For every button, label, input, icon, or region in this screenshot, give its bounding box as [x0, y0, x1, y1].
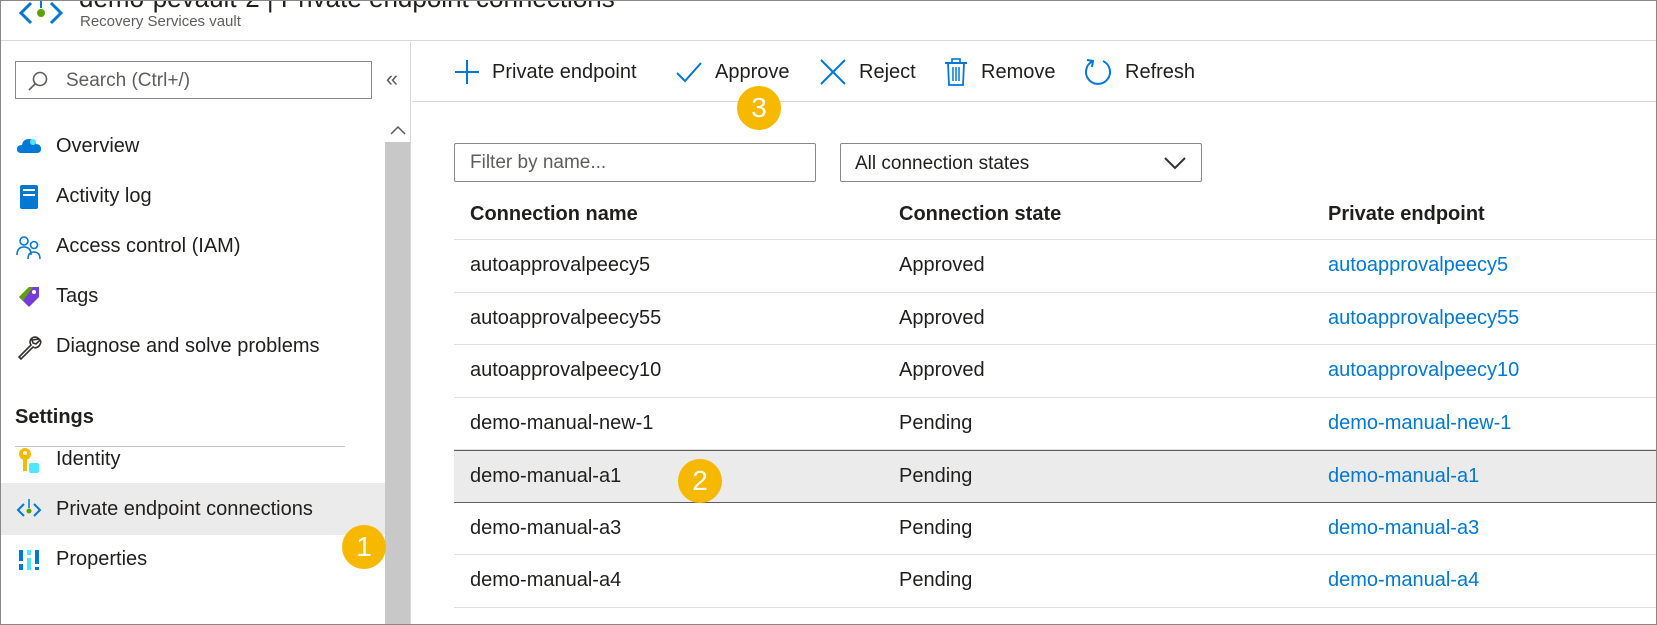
sidebar-item-label: Private endpoint connections	[56, 497, 313, 520]
blade-header: demo-pevault-2 | Private endpoint connec…	[1, 1, 1656, 41]
settings-section-heading: Settings	[15, 406, 94, 428]
close-icon	[820, 59, 846, 85]
callout-badge-3: 3	[737, 86, 781, 130]
filter-by-name-input[interactable]: Filter by name...	[454, 143, 816, 182]
table-row[interactable]: demo-manual-new-1 Pending demo-manual-ne…	[454, 398, 1656, 450]
sidebar-item-label: Access control (IAM)	[56, 234, 241, 257]
sidebar-item-private-endpoint-connections[interactable]: Private endpoint connections	[1, 483, 385, 535]
callout-badge-1: 1	[342, 525, 386, 569]
scroll-up-button[interactable]	[385, 118, 410, 142]
connection-name-cell: demo-manual-a4	[470, 569, 622, 591]
connection-state-cell: Pending	[899, 465, 973, 487]
people-icon	[16, 236, 41, 260]
add-private-endpoint-label: Private endpoint	[492, 60, 637, 83]
table-row[interactable]: autoapprovalpeecy5 Approved autoapproval…	[454, 240, 1656, 293]
wrench-icon	[17, 336, 42, 361]
key-icon	[19, 448, 39, 473]
connection-name-cell: autoapprovalpeecy55	[470, 306, 662, 329]
connection-name-cell: autoapprovalpeecy5	[470, 254, 651, 276]
connection-name-cell: autoapprovalpeecy10	[470, 359, 662, 381]
sidebar-item-label: Overview	[56, 134, 140, 157]
column-header-private-endpoint[interactable]: Private endpoint	[1328, 203, 1485, 226]
private-endpoint-link[interactable]: autoapprovalpeecy55	[1328, 307, 1519, 330]
cloud-overview-icon	[17, 139, 41, 153]
table-row[interactable]: demo-manual-a3 Pending demo-manual-a3	[454, 503, 1656, 555]
connection-state-cell: Pending	[899, 569, 973, 591]
connections-table: Connection name Connection state Private…	[454, 188, 1656, 608]
page-subtitle: Recovery Services vault	[80, 13, 241, 30]
table-row[interactable]: demo-manual-a4 Pending demo-manual-a4	[454, 555, 1656, 608]
checkmark-icon	[676, 62, 702, 83]
column-header-connection-name[interactable]: Connection name	[470, 203, 638, 226]
reject-label: Reject	[859, 60, 916, 83]
sidebar-item-label: Identity	[56, 447, 121, 470]
private-endpoint-link[interactable]: autoapprovalpeecy5	[1328, 254, 1508, 277]
sidebar-item-properties[interactable]: Properties	[1, 533, 385, 585]
table-row-selected[interactable]: demo-manual-a1 Pending demo-manual-a1	[454, 450, 1656, 503]
approve-label: Approve	[715, 60, 790, 83]
page-title: demo-pevault-2 | Private endpoint connec…	[79, 1, 615, 14]
search-placeholder: Search (Ctrl+/)	[66, 70, 191, 91]
sidebar-item-overview[interactable]: Overview	[1, 120, 385, 172]
filter-placeholder: Filter by name...	[470, 152, 607, 173]
add-private-endpoint-button[interactable]: Private endpoint	[454, 54, 637, 90]
reject-button[interactable]: Reject	[819, 54, 916, 90]
search-icon	[28, 71, 48, 91]
plus-icon	[455, 60, 479, 84]
trash-icon	[945, 58, 967, 86]
sidebar-item-label: Properties	[56, 547, 148, 570]
connection-name-cell: demo-manual-a3	[470, 516, 622, 539]
chevron-up-icon	[389, 125, 406, 135]
private-endpoint-logo-icon	[18, 1, 64, 25]
connection-state-cell: Approved	[899, 306, 985, 329]
connection-state-dropdown[interactable]: All connection states	[840, 143, 1202, 182]
table-row[interactable]: autoapprovalpeecy10 Approved autoapprova…	[454, 345, 1656, 398]
table-row[interactable]: autoapprovalpeecy55 Approved autoapprova…	[454, 293, 1656, 345]
chevron-down-icon	[1164, 157, 1186, 170]
command-bar: Private endpoint Approve Reject Remove R…	[412, 42, 1656, 102]
approve-button[interactable]: Approve	[675, 54, 790, 90]
sidebar-scrollbar[interactable]	[385, 118, 410, 624]
private-endpoint-link[interactable]: demo-manual-a1	[1328, 465, 1479, 488]
private-endpoint-link[interactable]: demo-manual-new-1	[1328, 412, 1511, 435]
column-header-connection-state[interactable]: Connection state	[899, 203, 1061, 226]
callout-badge-2: 2	[678, 459, 722, 503]
properties-icon	[18, 550, 40, 570]
sidebar-item-label: Tags	[56, 284, 99, 307]
private-endpoint-link[interactable]: autoapprovalpeecy10	[1328, 359, 1519, 382]
connection-name-cell: demo-manual-a1	[470, 465, 622, 487]
remove-button[interactable]: Remove	[943, 54, 1055, 90]
tag-icon	[19, 287, 39, 307]
remove-label: Remove	[981, 60, 1056, 83]
sidebar-item-tags[interactable]: Tags	[1, 270, 385, 322]
sidebar-item-identity[interactable]: Identity	[1, 433, 385, 485]
connection-name-cell: demo-manual-new-1	[470, 411, 654, 434]
refresh-button[interactable]: Refresh	[1083, 54, 1195, 90]
connection-state-cell: Pending	[899, 411, 973, 434]
sidebar-item-activity-log[interactable]: Activity log	[1, 170, 385, 222]
table-header: Connection name Connection state Private…	[454, 188, 1656, 240]
activity-log-icon	[20, 185, 38, 209]
connection-state-cell: Pending	[899, 516, 973, 539]
collapse-sidebar-button[interactable]: «	[382, 66, 402, 92]
refresh-icon	[1085, 59, 1111, 85]
private-endpoint-link[interactable]: demo-manual-a3	[1328, 517, 1479, 540]
private-endpoint-link[interactable]: demo-manual-a4	[1328, 569, 1479, 592]
sidebar-item-diagnose[interactable]: Diagnose and solve problems	[1, 320, 385, 372]
refresh-label: Refresh	[1125, 60, 1196, 83]
sidebar-item-label: Activity log	[56, 184, 152, 207]
app-window: demo-pevault-2 | Private endpoint connec…	[0, 0, 1657, 625]
connection-state-cell: Approved	[899, 254, 985, 276]
connection-state-cell: Approved	[899, 359, 985, 381]
private-endpoint-icon	[16, 499, 42, 517]
sidebar-item-access-control[interactable]: Access control (IAM)	[1, 220, 385, 272]
sidebar-item-label: Diagnose and solve problems	[56, 334, 320, 357]
connection-state-value: All connection states	[855, 153, 1030, 174]
search-input[interactable]: Search (Ctrl+/)	[15, 61, 372, 99]
